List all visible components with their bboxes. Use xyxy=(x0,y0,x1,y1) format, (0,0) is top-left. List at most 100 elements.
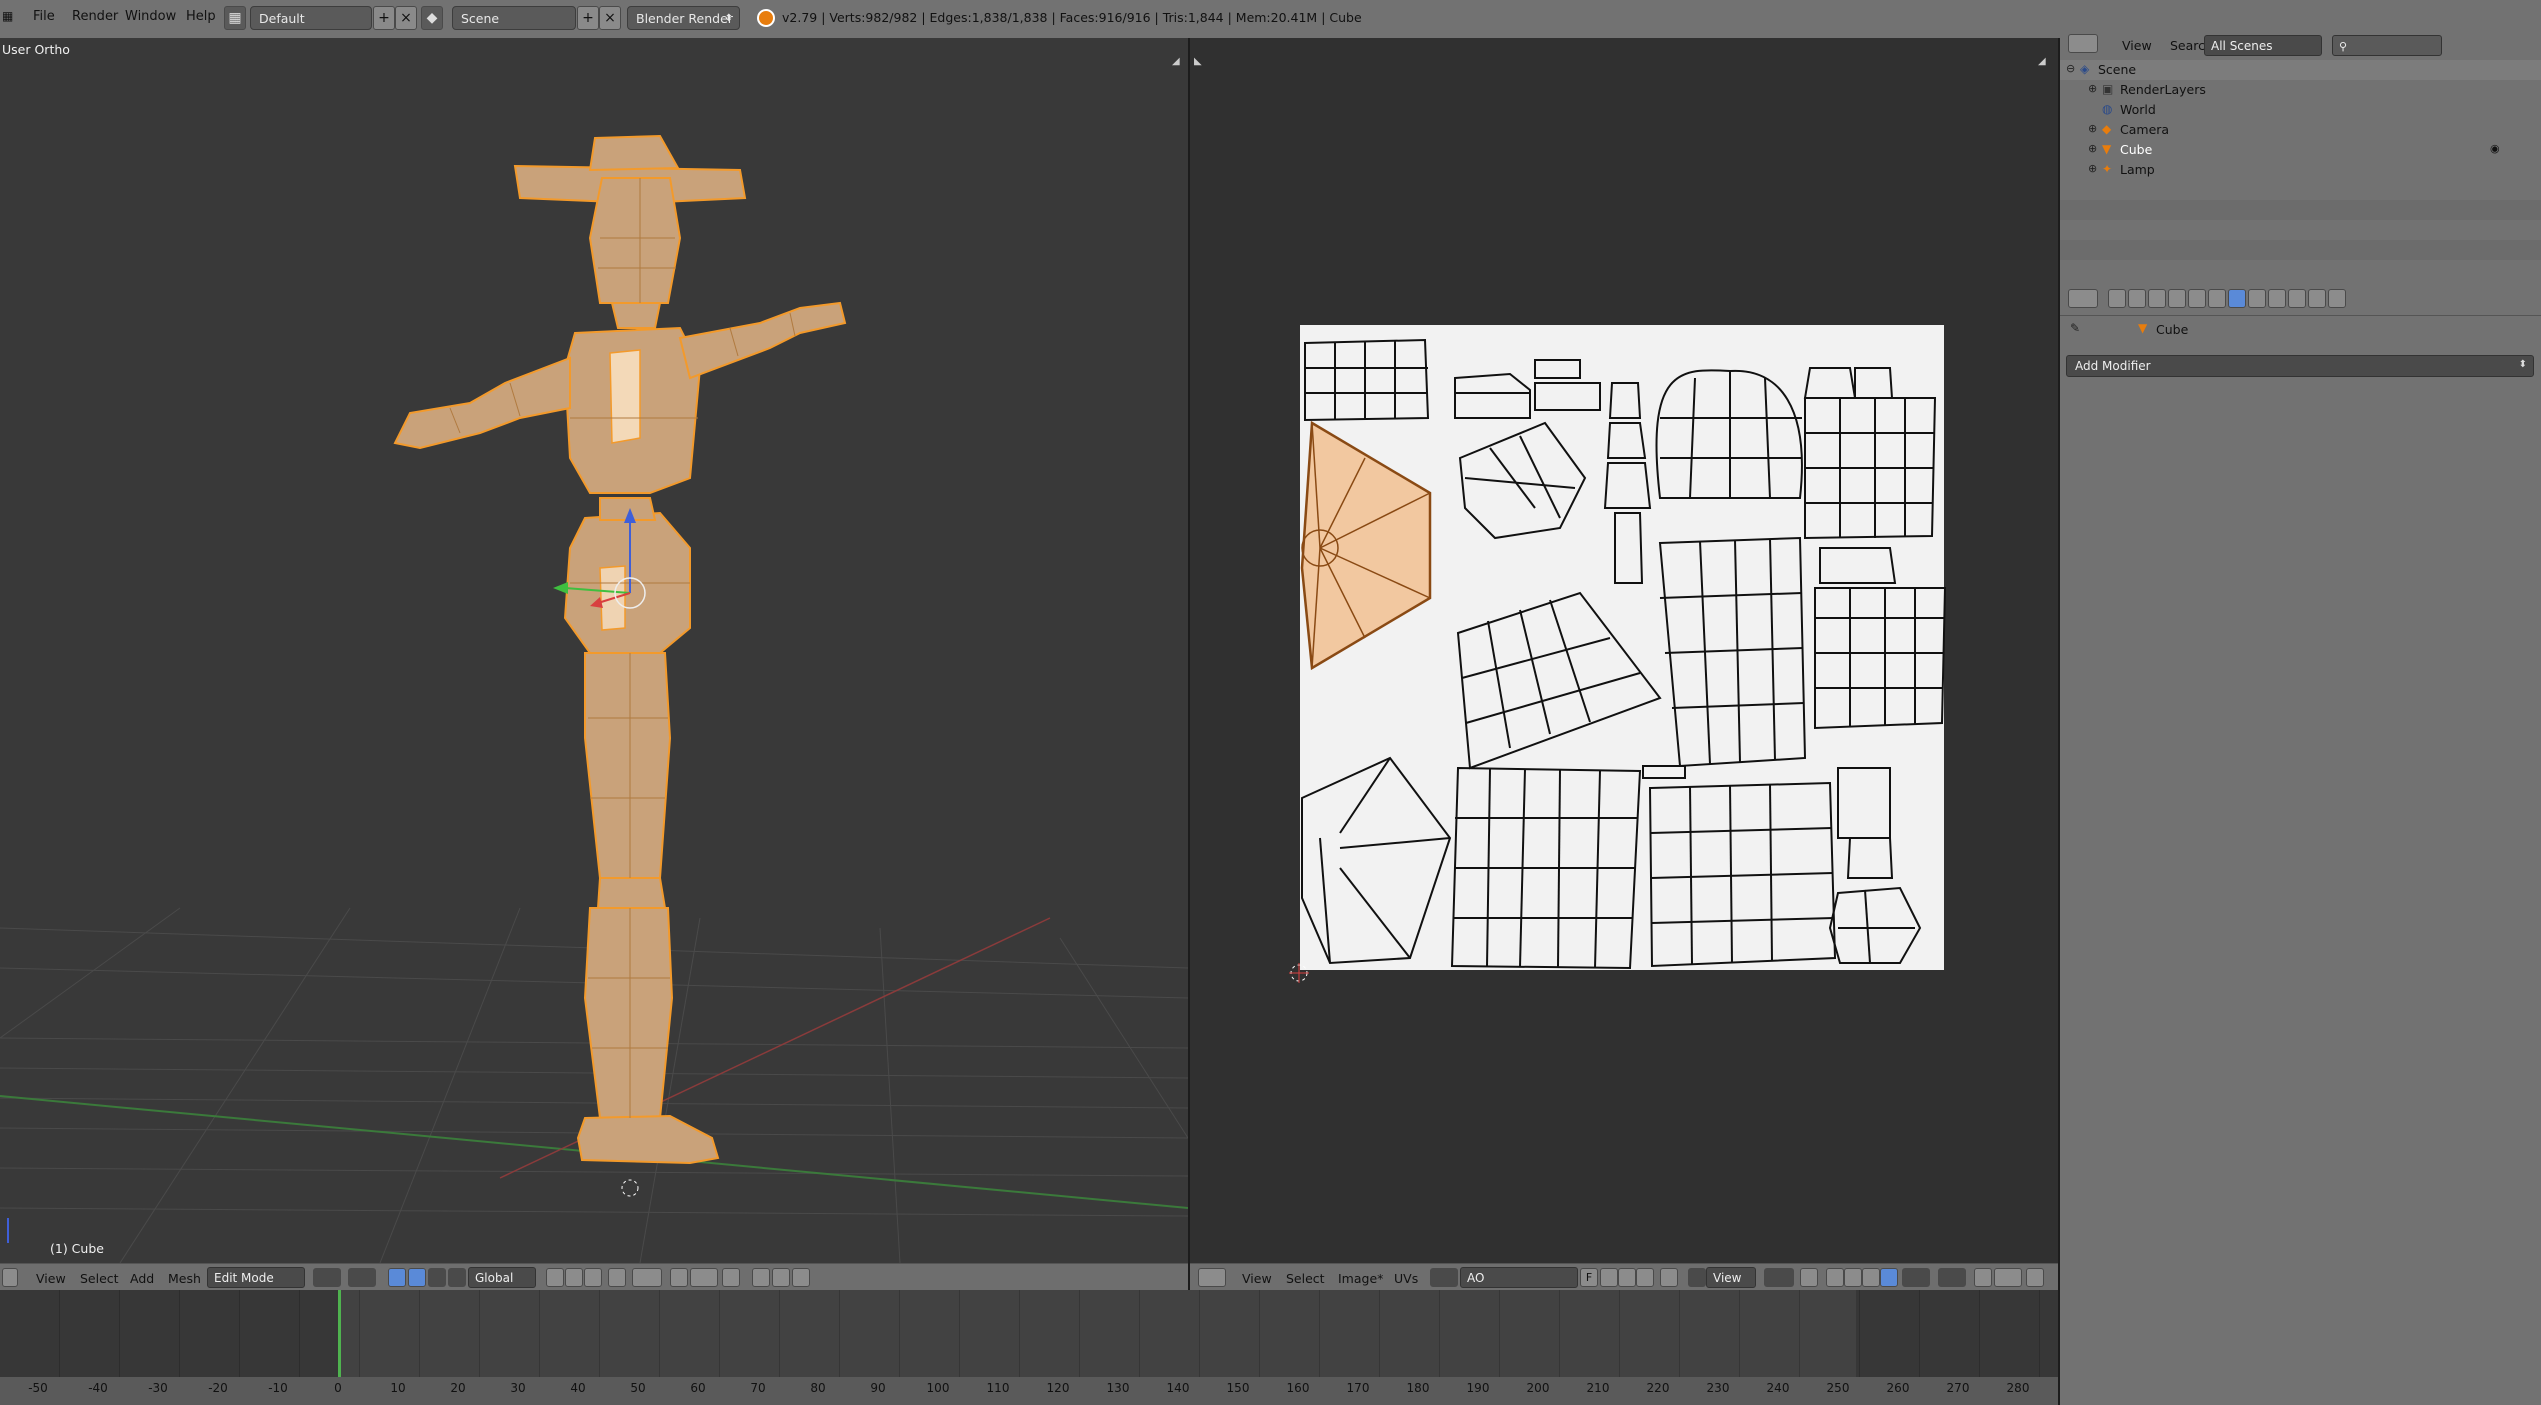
menu-select[interactable]: Select xyxy=(80,1271,119,1286)
visibility-eye-icon[interactable]: ◉ xyxy=(2490,142,2500,155)
outliner[interactable]: View Search All Scenes ⚲ ⊖ ◈ Scene ⊕ ▣ R… xyxy=(2060,28,2541,283)
scene-icon[interactable]: ◆ xyxy=(421,6,443,30)
physics-tab-icon[interactable] xyxy=(2328,289,2346,308)
vertex-select-icon[interactable] xyxy=(1826,1268,1844,1287)
mode-select[interactable]: Edit Mode xyxy=(207,1267,305,1288)
view-mode-select[interactable]: View xyxy=(1706,1267,1756,1288)
manipulator-toggle-icon[interactable] xyxy=(388,1268,406,1287)
expand-icon[interactable]: ⊕ xyxy=(2088,82,2097,95)
uv-canvas[interactable] xyxy=(1190,38,2058,1263)
tree-row-cube[interactable]: ⊕ ▼ Cube ◉ xyxy=(2060,140,2541,160)
add-screen-button[interactable]: + xyxy=(373,6,395,30)
image-browse-icon[interactable] xyxy=(1430,1268,1458,1287)
menu-select[interactable]: Select xyxy=(1286,1271,1325,1286)
rotate-icon[interactable] xyxy=(428,1268,446,1287)
texture-tab-icon[interactable] xyxy=(2288,289,2306,308)
modifiers-tab-icon[interactable] xyxy=(2228,289,2246,308)
proportional-edit-icon[interactable] xyxy=(1938,1268,1966,1287)
open-image-icon[interactable] xyxy=(1618,1268,1636,1287)
uv-image-editor[interactable]: ◣ ◢ xyxy=(1190,38,2058,1263)
sticky-select-icon[interactable] xyxy=(1902,1268,1930,1287)
sync-selection-icon[interactable] xyxy=(1800,1268,1818,1287)
menu-image[interactable]: Image* xyxy=(1338,1271,1383,1286)
view-mode-icon[interactable] xyxy=(1688,1268,1706,1287)
edge-select-icon[interactable] xyxy=(1844,1268,1862,1287)
editor-type-icon[interactable] xyxy=(2,1268,18,1287)
render-engine-select[interactable]: Blender Render ⬍ xyxy=(627,6,740,30)
opengl-render-icon[interactable] xyxy=(792,1268,810,1287)
render-preview-icon[interactable] xyxy=(752,1268,770,1287)
menu-file[interactable]: File xyxy=(33,9,55,24)
fake-user-button[interactable]: F xyxy=(1580,1268,1598,1287)
3d-viewport[interactable]: ◢ xyxy=(0,38,1188,1263)
object-tab-icon[interactable] xyxy=(2188,289,2206,308)
menu-uvs[interactable]: UVs xyxy=(1394,1271,1418,1286)
pin-image-icon[interactable] xyxy=(1660,1268,1678,1287)
particles-tab-icon[interactable] xyxy=(2308,289,2326,308)
new-image-icon[interactable] xyxy=(1600,1268,1618,1287)
tree-row-scene[interactable]: ⊖ ◈ Scene xyxy=(2060,60,2541,80)
occlude-geometry-icon[interactable] xyxy=(608,1268,626,1287)
constraints-tab-icon[interactable] xyxy=(2208,289,2226,308)
scale-icon[interactable] xyxy=(448,1268,466,1287)
expand-icon[interactable]: ⊖ xyxy=(2066,62,2075,75)
menu-help[interactable]: Help xyxy=(186,9,216,24)
tree-row-renderlayers[interactable]: ⊕ ▣ RenderLayers xyxy=(2060,80,2541,100)
screen-layout-icon[interactable]: ▦ xyxy=(224,6,246,30)
image-name-field[interactable]: AO xyxy=(1460,1267,1578,1288)
screen-layout-field[interactable]: Default xyxy=(250,6,372,30)
face-select-icon[interactable] xyxy=(584,1268,602,1287)
viewport-canvas[interactable] xyxy=(0,38,1188,1263)
proportional-editing-icon[interactable] xyxy=(632,1268,662,1287)
pivot-point-icon[interactable] xyxy=(348,1268,376,1287)
snap-toggle-icon[interactable] xyxy=(670,1268,688,1287)
expand-icon[interactable]: ⊕ xyxy=(2088,142,2097,155)
pivot-icon[interactable] xyxy=(1764,1268,1794,1287)
tree-row-lamp[interactable]: ⊕ ✦ Lamp xyxy=(2060,160,2541,180)
orientation-select[interactable]: Global xyxy=(468,1267,536,1288)
remove-screen-button[interactable]: × xyxy=(395,6,417,30)
menu-view[interactable]: View xyxy=(1242,1271,1272,1286)
tree-row-camera[interactable]: ⊕ ◆ Camera xyxy=(2060,120,2541,140)
menu-render[interactable]: Render xyxy=(72,9,118,24)
menu-view[interactable]: View xyxy=(36,1271,66,1286)
expand-icon[interactable]: ⊕ xyxy=(2088,122,2097,135)
uv-layer-icon[interactable] xyxy=(2026,1268,2044,1287)
add-scene-button[interactable]: + xyxy=(577,6,599,30)
scene-field[interactable]: Scene xyxy=(452,6,576,30)
snap-icon[interactable] xyxy=(1974,1268,1992,1287)
edge-select-icon[interactable] xyxy=(565,1268,583,1287)
tree-row-world[interactable]: ◍ World xyxy=(2060,100,2541,120)
pin-icon[interactable]: ✎ xyxy=(2070,321,2080,335)
menu-view[interactable]: View xyxy=(2122,38,2152,53)
menu-window[interactable]: Window xyxy=(125,9,176,24)
render-layers-tab-icon[interactable] xyxy=(2128,289,2146,308)
display-mode-select[interactable]: All Scenes xyxy=(2204,35,2322,56)
scene-tab-icon[interactable] xyxy=(2148,289,2166,308)
data-tab-icon[interactable] xyxy=(2248,289,2266,308)
snap-element-icon[interactable] xyxy=(1994,1268,2022,1287)
translate-icon[interactable] xyxy=(408,1268,426,1287)
editor-type-icon[interactable]: ▦ xyxy=(2,9,18,27)
material-tab-icon[interactable] xyxy=(2268,289,2286,308)
area-split-icon[interactable]: ◢ xyxy=(1172,56,1180,67)
snap-element-icon[interactable] xyxy=(690,1268,718,1287)
search-input[interactable]: ⚲ xyxy=(2332,35,2442,56)
menu-mesh[interactable]: Mesh xyxy=(168,1271,201,1286)
vertex-select-icon[interactable] xyxy=(546,1268,564,1287)
menu-add[interactable]: Add xyxy=(130,1271,154,1286)
face-select-icon[interactable] xyxy=(1862,1268,1880,1287)
render-tab-icon[interactable] xyxy=(2108,289,2126,308)
remove-scene-button[interactable]: × xyxy=(599,6,621,30)
add-modifier-select[interactable]: Add Modifier ⬍ xyxy=(2066,355,2534,377)
unlink-image-icon[interactable] xyxy=(1636,1268,1654,1287)
expand-icon[interactable]: ⊕ xyxy=(2088,162,2097,175)
editor-type-icon[interactable] xyxy=(2068,289,2098,308)
timeline-ruler[interactable] xyxy=(0,1377,2058,1405)
editor-type-icon[interactable] xyxy=(2068,34,2098,53)
properties-editor[interactable]: ✎ ▼ Cube Add Modifier ⬍ xyxy=(2060,283,2541,1405)
world-tab-icon[interactable] xyxy=(2168,289,2186,308)
render-animation-icon[interactable] xyxy=(772,1268,790,1287)
timeline-playhead[interactable] xyxy=(338,1290,341,1378)
snap-target-icon[interactable] xyxy=(722,1268,740,1287)
